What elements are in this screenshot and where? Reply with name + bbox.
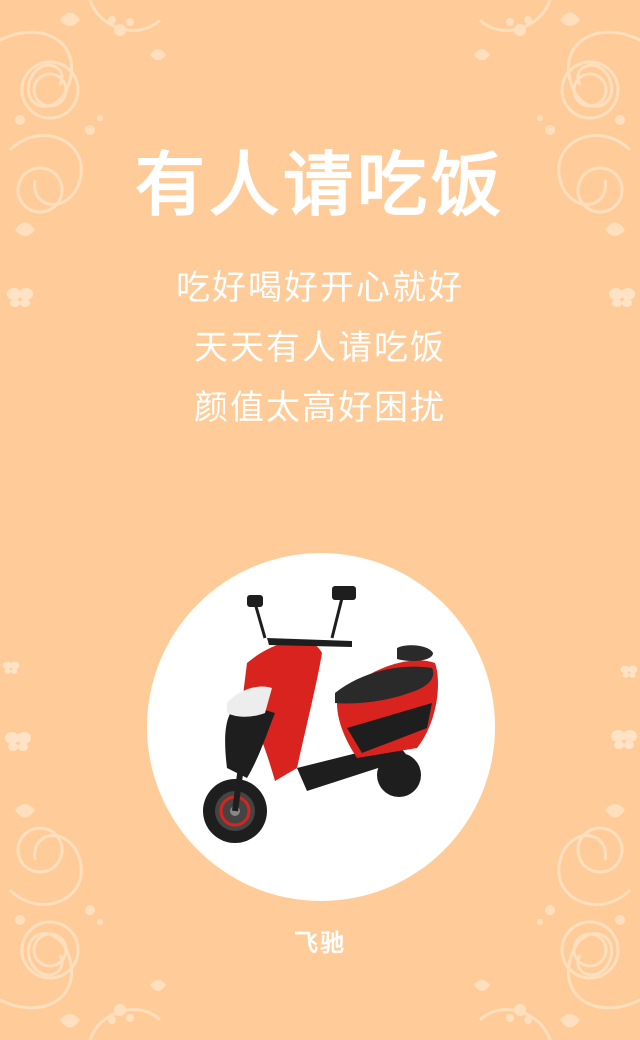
butterfly-icon	[5, 732, 31, 751]
butterfly-icon	[2, 661, 20, 674]
tagline-line-2: 天天有人请吃饭	[194, 328, 446, 368]
product-circle	[147, 553, 495, 901]
tagline-line-3: 颜值太高好困扰	[194, 388, 446, 428]
butterfly-icon	[611, 730, 637, 749]
poster-title: 有人请吃饭	[135, 144, 505, 226]
scooter-image	[203, 586, 438, 843]
tagline-line-1: 吃好喝好开心就好	[176, 268, 464, 308]
butterfly-icon	[620, 665, 638, 678]
tagline-block: 吃好喝好开心就好 天天有人请吃饭 颜值太高好困扰	[0, 258, 640, 438]
brand-name: 飞驰	[294, 929, 346, 957]
poster: 有人请吃饭 吃好喝好开心就好 天天有人请吃饭 颜值太高好困扰 飞驰	[0, 0, 640, 1040]
